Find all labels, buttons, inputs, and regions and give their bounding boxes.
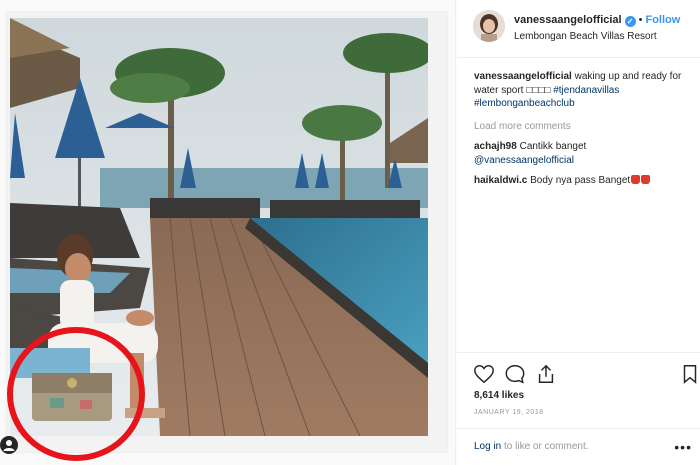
separator-dot: •	[638, 14, 643, 26]
post-header-line: vanessaangelofficial ✓ • Follow	[514, 14, 680, 27]
caption-username[interactable]: vanessaangelofficial	[474, 71, 572, 82]
post-date: JANUARY 19, 2018	[474, 409, 544, 416]
username-link[interactable]: vanessaangelofficial	[514, 14, 622, 26]
comments-section: vanessaangelofficial waking up and ready…	[474, 70, 696, 188]
hashtag-tjendanavillas[interactable]: #tjendanavillas	[553, 85, 619, 96]
bookmark-icon[interactable]	[679, 363, 700, 385]
post-photo-area	[0, 0, 456, 465]
load-more-comments-button[interactable]: Load more comments	[474, 120, 696, 134]
hashtag-lembonganbeachclub[interactable]: #lembonganbeachclub	[474, 98, 575, 109]
comment-username[interactable]: haikaldwi.c	[474, 175, 527, 186]
login-bar: Log in to like or comment. •••	[457, 428, 700, 465]
login-link[interactable]: Log in	[474, 441, 501, 452]
post-side-panel: vanessaangelofficial ✓ • Follow Lembongan B…	[457, 0, 700, 465]
fire-emoji-icon	[641, 175, 651, 184]
share-icon[interactable]	[535, 363, 557, 385]
comment-username[interactable]: achajh98	[474, 141, 517, 152]
fire-emoji-icon	[631, 175, 641, 184]
caption: vanessaangelofficial waking up and ready…	[474, 70, 696, 111]
post-actions-bar	[457, 352, 700, 392]
follow-button[interactable]: Follow	[645, 14, 680, 26]
red-highlight-circle	[7, 327, 145, 461]
avatar[interactable]	[473, 10, 505, 42]
instagram-post-page: vanessaangelofficial ✓ • Follow Lembongan B…	[0, 0, 700, 465]
emoji-placeholder: □□□□	[526, 84, 551, 96]
comment-mention[interactable]: @vanessaangelofficial	[474, 155, 574, 166]
location-link[interactable]: Lembongan Beach Villas Resort	[514, 31, 657, 42]
heart-icon[interactable]	[473, 363, 495, 385]
login-prompt: Log in to like or comment.	[474, 441, 589, 452]
verified-badge-icon: ✓	[624, 16, 636, 27]
likes-count[interactable]: 8,614 likes	[474, 390, 524, 401]
comment-icon[interactable]	[504, 363, 526, 385]
more-options-icon[interactable]: •••	[674, 439, 692, 455]
comment-text: Cantikk banget	[516, 141, 587, 152]
comment-item: haikaldwi.c Body nya pass Banget	[474, 174, 696, 188]
post-header: vanessaangelofficial ✓ • Follow Lembongan B…	[457, 0, 700, 58]
comment-item: achajh98 Cantikk banget @vanessaangeloff…	[474, 140, 696, 167]
comment-text: Body nya pass Banget	[527, 175, 631, 186]
user-tag-icon[interactable]	[0, 436, 18, 454]
login-text: to like or comment.	[501, 441, 589, 452]
